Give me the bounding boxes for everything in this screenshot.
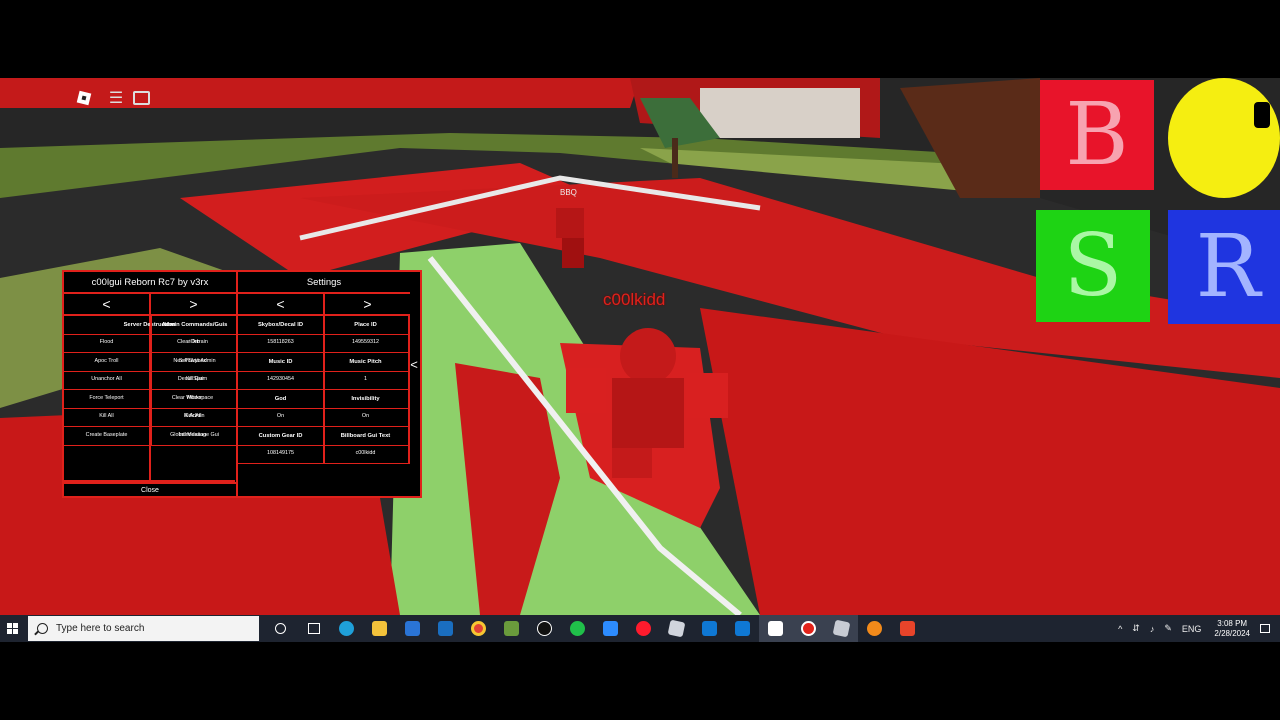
c00lgui-window: c00lgui Reborn Rc7 by v3rx < > Server De… bbox=[62, 270, 422, 498]
setting-label: Invisibility bbox=[323, 390, 408, 409]
pen-icon[interactable]: ✎ bbox=[1164, 623, 1172, 634]
cmd-button[interactable]: iOrb bbox=[152, 335, 237, 353]
empty-slot bbox=[150, 446, 235, 482]
cmd-button[interactable]: Apoc Troll bbox=[64, 353, 149, 372]
cmd-button[interactable]: Flood bbox=[64, 335, 149, 353]
office-icon[interactable] bbox=[891, 615, 924, 642]
coin-mark bbox=[1254, 102, 1270, 128]
game-viewport[interactable]: ☰ BBQ c00lkidd B S R c00lgui Reborn Rc7 … bbox=[0, 78, 1280, 615]
letterbox-bottom bbox=[0, 642, 1280, 720]
network-icon[interactable]: ⇵ bbox=[1132, 623, 1140, 634]
setting-value[interactable]: 1 bbox=[323, 372, 408, 390]
opera-icon[interactable] bbox=[627, 615, 660, 642]
chevron-up-icon[interactable]: ^ bbox=[1118, 624, 1122, 634]
task-view-icon[interactable] bbox=[297, 615, 330, 642]
chrome-icon[interactable] bbox=[462, 615, 495, 642]
setting-value[interactable]: On bbox=[238, 409, 323, 427]
setting-value[interactable]: On bbox=[323, 409, 408, 427]
mail-icon[interactable] bbox=[429, 615, 462, 642]
clock[interactable]: 3:08 PM 2/28/2024 bbox=[1214, 619, 1250, 639]
unreal-icon[interactable] bbox=[528, 615, 561, 642]
settings-column-a: Skybox/Decal ID 158118263 Music ID 14293… bbox=[236, 316, 325, 464]
windows-logo-icon bbox=[6, 623, 18, 634]
orange-app-icon[interactable] bbox=[858, 615, 891, 642]
cmd-button[interactable]: Kill All bbox=[64, 409, 149, 427]
hamburger-icon[interactable]: ☰ bbox=[106, 88, 126, 108]
setting-label: Music ID bbox=[238, 353, 323, 372]
cmd-button[interactable]: Kill Gui bbox=[152, 372, 237, 390]
cmd-button[interactable]: Nilizer bbox=[152, 390, 237, 409]
setting-label: God bbox=[238, 390, 323, 409]
block-s: S bbox=[1036, 210, 1150, 322]
setting-value[interactable]: 158118263 bbox=[238, 335, 323, 353]
admin-commands-header: Admin Commands/Guis bbox=[152, 316, 237, 335]
cortana-icon[interactable] bbox=[264, 615, 297, 642]
setting-value[interactable]: 142930454 bbox=[238, 372, 323, 390]
file-explorer-icon[interactable] bbox=[363, 615, 396, 642]
windows-taskbar: Type here to search ^ ⇵ ♪ ✎ ENG 3:08 PM … bbox=[0, 615, 1280, 642]
roblox-studio-icon[interactable] bbox=[660, 615, 693, 642]
setting-label: Skybox/Decal ID bbox=[238, 316, 323, 335]
setting-label: Custom Gear ID bbox=[238, 427, 323, 446]
server-destruction-column: Server Destruction Flood Apoc Troll Unan… bbox=[64, 316, 235, 482]
settings-page-nav: < > bbox=[238, 294, 410, 316]
taskbar-app-icons bbox=[264, 615, 924, 642]
taskbar-search[interactable]: Type here to search bbox=[28, 616, 259, 641]
clock-time: 3:08 PM bbox=[1217, 618, 1248, 628]
cmd-button[interactable]: Force Teleport bbox=[64, 390, 149, 409]
store-icon[interactable] bbox=[396, 615, 429, 642]
app-icon[interactable] bbox=[693, 615, 726, 642]
block-b: B bbox=[1040, 80, 1154, 190]
cmd-button[interactable]: Nex Pluvia Admin bbox=[152, 353, 237, 372]
app-icon-2[interactable] bbox=[726, 615, 759, 642]
roblox-icon[interactable] bbox=[792, 615, 825, 642]
cmd-button[interactable]: X Admin bbox=[152, 409, 237, 427]
collapse-tab-button[interactable]: < bbox=[408, 352, 420, 376]
next-page-button[interactable]: > bbox=[151, 294, 236, 316]
system-tray: ^ ⇵ ♪ ✎ ENG 3:08 PM 2/28/2024 bbox=[1113, 615, 1280, 642]
line-icon[interactable] bbox=[561, 615, 594, 642]
setting-value[interactable]: 108149175 bbox=[238, 446, 323, 464]
language-indicator[interactable]: ENG bbox=[1182, 624, 1202, 634]
edge-icon[interactable] bbox=[330, 615, 363, 642]
prev-page-button[interactable]: < bbox=[64, 294, 151, 316]
windows-start-button[interactable] bbox=[0, 615, 24, 642]
setting-value[interactable]: 149559312 bbox=[323, 335, 408, 353]
chat-icon[interactable] bbox=[131, 88, 151, 108]
roblox-app-icon[interactable] bbox=[825, 615, 858, 642]
zoom-icon[interactable] bbox=[594, 615, 627, 642]
minecraft-icon[interactable] bbox=[495, 615, 528, 642]
roblox-menu-icon[interactable] bbox=[74, 88, 94, 108]
setting-value[interactable]: c00lkidd bbox=[323, 446, 408, 464]
yellow-coin bbox=[1168, 78, 1280, 198]
volume-icon[interactable]: ♪ bbox=[1150, 624, 1155, 634]
roblox-player-icon[interactable] bbox=[759, 615, 792, 642]
block-r: R bbox=[1168, 210, 1280, 324]
cmd-button[interactable]: Create Baseplate bbox=[64, 427, 149, 446]
search-placeholder: Type here to search bbox=[56, 623, 145, 634]
player-nametag: c00lkidd bbox=[603, 290, 666, 309]
setting-label: Place ID bbox=[323, 316, 408, 335]
settings-prev-button[interactable]: < bbox=[238, 294, 325, 316]
setting-label: Music Pitch bbox=[323, 353, 408, 372]
search-icon bbox=[37, 623, 48, 634]
setting-label: Billboard Gui Text bbox=[323, 427, 408, 446]
settings-title: Settings bbox=[238, 272, 410, 294]
close-button[interactable]: Close bbox=[64, 482, 236, 496]
settings-column-b: Place ID 149559312 Music Pitch 1 Invisib… bbox=[323, 316, 410, 464]
admin-commands-column: Admin Commands/Guis iOrb Nex Pluvia Admi… bbox=[150, 316, 237, 446]
letterbox-top bbox=[0, 0, 1280, 78]
other-player-nametag: BBQ bbox=[560, 188, 577, 197]
gui-title: c00lgui Reborn Rc7 by v3rx bbox=[64, 272, 236, 294]
page-nav: < > bbox=[64, 294, 236, 316]
notification-icon[interactable] bbox=[1260, 624, 1270, 633]
cmd-button[interactable]: Global Message Gui bbox=[152, 427, 237, 446]
clock-date: 2/28/2024 bbox=[1214, 628, 1250, 638]
cmd-button[interactable]: Unanchor All bbox=[64, 372, 149, 390]
settings-next-button[interactable]: > bbox=[325, 294, 410, 316]
empty-slot bbox=[64, 446, 149, 482]
